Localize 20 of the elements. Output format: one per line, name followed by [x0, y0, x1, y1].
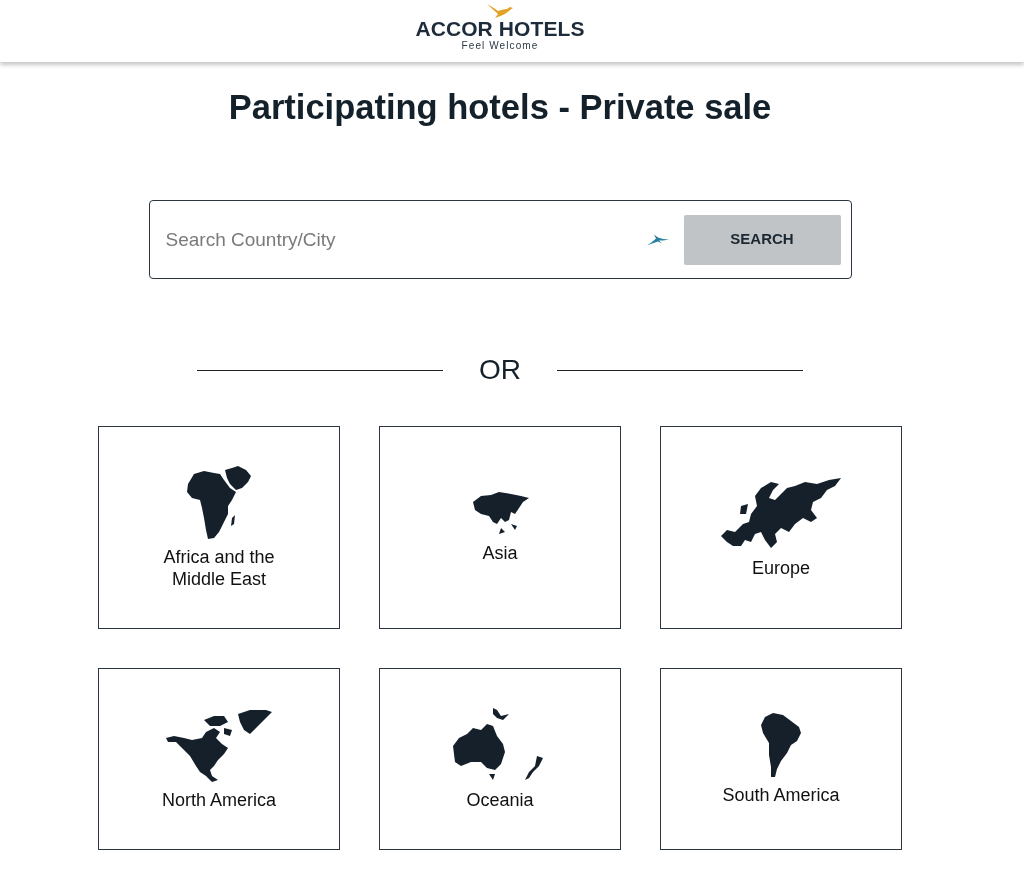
page-title: Participating hotels - Private sale	[228, 87, 772, 127]
search-bar[interactable]: Search Country/City SEARCH	[148, 200, 852, 279]
region-tile[interactable]: Africa and the Middle East	[98, 426, 340, 629]
region-tile[interactable]: Asia	[379, 426, 621, 629]
south-america-map-icon	[761, 712, 801, 778]
search-field[interactable]: Search Country/City	[165, 222, 641, 257]
bird-icon	[646, 233, 669, 246]
region-tile[interactable]: North America	[98, 668, 340, 850]
bird-logo-icon	[487, 4, 513, 18]
brand-tagline: Feel Welcome	[461, 40, 539, 51]
europe-map-icon	[721, 476, 841, 551]
asia-map-icon	[470, 491, 530, 536]
brand-name: ACCOR HOTELS	[415, 18, 585, 40]
africa-map-icon	[185, 465, 253, 540]
region-tile[interactable]: Europe	[660, 426, 902, 629]
or-divider-text: OR	[478, 353, 522, 387]
north-america-map-icon	[166, 707, 272, 783]
region-tile[interactable]: South America	[660, 668, 902, 850]
search-button[interactable]: SEARCH	[683, 214, 841, 265]
region-tile[interactable]: Oceania	[379, 668, 621, 850]
